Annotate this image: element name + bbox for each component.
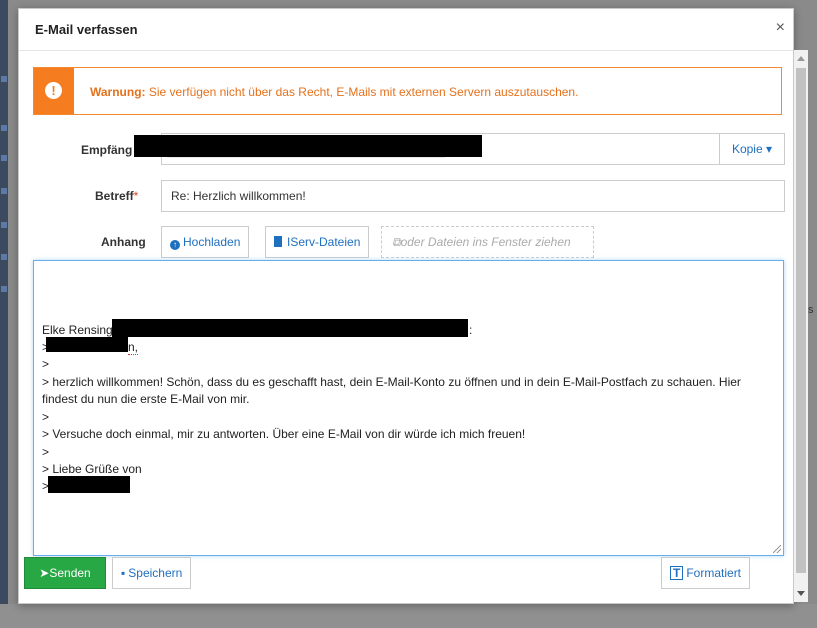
required-mark: * <box>133 189 139 203</box>
editor-line: > herzlich willkommen! Schön, dass du es… <box>42 375 741 389</box>
warning-label: Warnung: <box>90 85 146 99</box>
dialog-title: E-Mail verfassen <box>35 22 138 37</box>
editor-line: Elke Rensing <box>42 323 113 337</box>
close-button[interactable]: × <box>776 19 785 37</box>
editor-line: : <box>469 323 473 337</box>
editor-line: > <box>42 445 50 459</box>
dropzone-text: oder Dateien ins Fenster ziehen <box>400 235 571 249</box>
redacted-text <box>46 337 128 352</box>
dialog-scrollbar[interactable] <box>794 50 808 602</box>
send-button[interactable]: ➤Senden <box>24 557 106 589</box>
copy-recipients-button[interactable]: Kopie ▾ <box>719 134 784 164</box>
save-button[interactable]: ▪ Speichern <box>112 557 192 589</box>
recipient-label: Empfäng <box>81 143 133 157</box>
dialog-body: ! Warnung: Sie verfügen nicht über das R… <box>19 51 795 605</box>
warning-alert: ! Warnung: Sie verfügen nicht über das R… <box>33 67 782 115</box>
subject-input[interactable] <box>161 180 785 212</box>
redacted-recipient <box>134 135 482 157</box>
send-icon: ➤ <box>39 566 50 580</box>
format-button-label: Formatiert <box>686 566 742 580</box>
message-body-editor[interactable]: Elke Rensing : > n, > > herzlich willkom… <box>33 260 784 556</box>
scrollbar-thumb[interactable] <box>796 68 806 573</box>
send-button-label: Senden <box>49 566 91 580</box>
iserv-files-label: IServ-Dateien <box>287 235 361 249</box>
dialog-header: E-Mail verfassen × <box>19 9 793 51</box>
caret-down-icon: ▾ <box>766 142 773 156</box>
subject-label: Betreff* <box>95 189 138 203</box>
format-toggle-button[interactable]: T Formatiert <box>661 557 751 589</box>
copy-button-label: Kopie <box>731 142 763 156</box>
attachment-label: Anhang <box>101 235 146 249</box>
file-icon <box>274 236 282 247</box>
file-dropzone[interactable]: ⧉oder Dateien ins Fenster ziehen <box>381 226 594 258</box>
upload-button[interactable]: ↑ Hochladen <box>161 226 250 258</box>
editor-line: > Versuche doch einmal, mir zu antworten… <box>42 427 526 441</box>
resize-handle[interactable] <box>773 545 781 553</box>
redacted-text <box>48 476 130 493</box>
compose-email-dialog: E-Mail verfassen × ! Warnung: Sie verfüg… <box>18 8 794 604</box>
background-sidebar <box>0 0 8 628</box>
upload-icon: ↑ <box>170 240 180 250</box>
spelling-underline: n, <box>128 340 139 355</box>
background-text: s <box>808 304 814 316</box>
scroll-up-arrow-icon[interactable] <box>797 56 805 61</box>
subject-label-text: Betreff <box>95 189 134 203</box>
copy-icon: ⧉ <box>392 235 401 249</box>
warning-icon-box: ! <box>34 68 74 114</box>
iserv-files-button[interactable]: IServ-Dateien <box>265 226 370 258</box>
warning-message: Sie verfügen nicht über das Recht, E-Mai… <box>145 85 579 99</box>
floppy-disk-icon: ▪ <box>121 566 126 580</box>
warning-text: Warnung: Sie verfügen nicht über das Rec… <box>90 85 578 99</box>
redacted-text <box>112 319 468 337</box>
editor-line: findest du nun die erste E-Mail von mir. <box>42 392 250 406</box>
exclamation-icon: ! <box>45 82 62 99</box>
text-format-icon: T <box>670 566 684 580</box>
editor-line: n, <box>128 340 139 355</box>
upload-button-label: Hochladen <box>183 235 241 249</box>
editor-line: > <box>42 410 50 424</box>
scroll-down-arrow-icon[interactable] <box>797 591 805 596</box>
save-button-label: Speichern <box>128 566 183 580</box>
editor-line: > <box>42 357 50 371</box>
background-footer <box>0 604 817 628</box>
editor-line: > Liebe Grüße von <box>42 462 142 476</box>
